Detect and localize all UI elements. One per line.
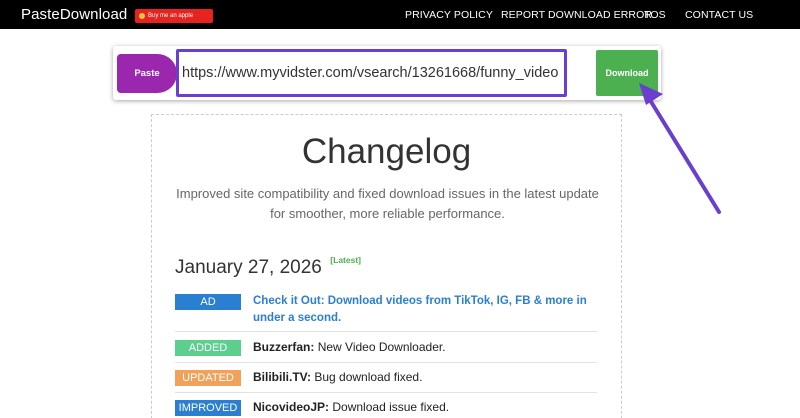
tag-ad: AD [175, 294, 241, 310]
tag-updated: UPDATED [175, 370, 241, 386]
buy-me-an-apple-button[interactable]: Buy me an apple [135, 9, 213, 23]
entry-detail: Download issue fixed. [332, 400, 450, 414]
apple-coin-icon [139, 13, 145, 19]
latest-badge: [Latest] [330, 255, 361, 265]
changelog-entry-improved: IMPROVED NicovideoJP: Download issue fix… [175, 399, 597, 418]
tag-added: ADDED [175, 340, 241, 356]
entry-site: NicovideoJP: [253, 400, 330, 414]
donate-label: Buy me an apple [148, 13, 194, 19]
entry-detail: Bug download fixed. [314, 370, 423, 384]
changelog-subtitle: Improved site compatibility and fixed do… [176, 186, 599, 221]
release-date: January 27, 2026 [175, 257, 322, 278]
entry-description: NicovideoJP: Download issue fixed. [253, 399, 449, 416]
entry-description: Bilibili.TV: Bug download fixed. [253, 369, 422, 386]
url-bar: Paste Download [113, 46, 661, 100]
entry-detail: New Video Downloader. [317, 340, 446, 354]
paste-button[interactable]: Paste [117, 54, 177, 93]
page-title: Changelog [301, 132, 472, 171]
entry-site: Bilibili.TV: [253, 370, 312, 384]
changelog-entry-updated: UPDATED Bilibili.TV: Bug download fixed. [175, 369, 597, 393]
entry-description: Buzzerfan: New Video Downloader. [253, 339, 446, 356]
release-date-row: January 27, 2026 [Latest] [175, 255, 361, 279]
changelog-entry-ad: AD Check it Out: Download videos from Ti… [175, 293, 597, 332]
changelog-panel: Changelog Improved site compatibility an… [151, 114, 622, 418]
nav-privacy-policy[interactable]: PRIVACY POLICY [405, 9, 493, 21]
top-navbar: PasteDownload Buy me an apple PRIVACY PO… [0, 0, 800, 29]
site-logo[interactable]: PasteDownload [21, 6, 127, 23]
entry-site: Buzzerfan: [253, 340, 315, 354]
nav-tos[interactable]: TOS [644, 9, 666, 21]
url-input[interactable] [176, 49, 567, 97]
nav-report-download-error[interactable]: REPORT DOWNLOAD ERROR [501, 9, 652, 21]
arrow-pointer-icon [639, 83, 721, 214]
changelog-entry-added: ADDED Buzzerfan: New Video Downloader. [175, 339, 597, 363]
ad-link[interactable]: Check it Out: Download videos from TikTo… [253, 293, 597, 327]
tag-improved: IMPROVED [175, 400, 241, 416]
nav-contact-us[interactable]: CONTACT US [685, 9, 753, 21]
